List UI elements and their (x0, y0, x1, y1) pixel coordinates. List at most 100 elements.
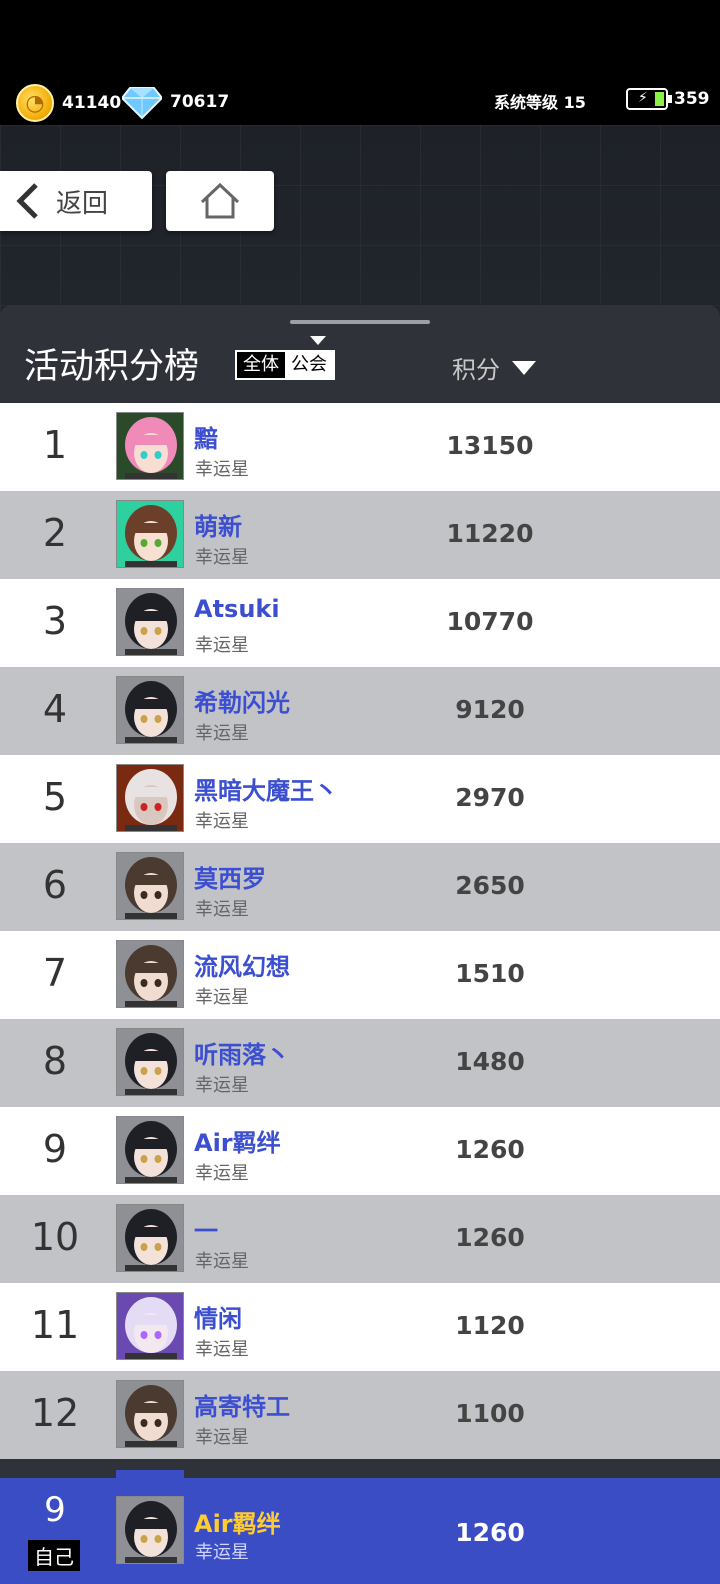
leaderboard-row[interactable]: 4 希勒闪光幸运星 9120 (0, 667, 720, 755)
collapse-arrow-icon[interactable] (310, 336, 326, 345)
rank-number: 1 (42, 423, 68, 467)
gem-counter[interactable]: 70617 (122, 84, 229, 120)
rank-number: 8 (42, 1039, 68, 1083)
rank-number: 4 (42, 687, 68, 731)
player-score: 11220 (446, 519, 534, 548)
player-name: Atsuki (194, 595, 280, 623)
leaderboard-title: 活动积分榜 (24, 347, 200, 387)
player-name: 莫西罗 (194, 865, 266, 893)
player-title: 幸运星 (195, 987, 249, 1008)
leaderboard-list[interactable]: 1 黯幸运星 13150 2 萌新 幸运星 11220 3 Atsuki 幸运星 10770 4 希勒闪… (0, 403, 720, 1478)
energy-counter[interactable]: ⚡ 359 (626, 88, 710, 110)
leaderboard-row[interactable]: 5 黑暗大魔王丶幸运星 2970 (0, 755, 720, 843)
player-title: 幸运星 (195, 811, 249, 832)
scope-toggle[interactable]: 全体 公会 (235, 350, 335, 380)
avatar[interactable] (116, 940, 184, 1008)
leaderboard-row[interactable]: 11 情闲幸运星 1120 (0, 1283, 720, 1371)
rank-number: 5 (42, 775, 68, 819)
avatar[interactable] (116, 1116, 184, 1184)
player-title: 幸运星 (195, 723, 249, 744)
leaderboard-row[interactable]: 9 Air羁绊 幸运星 1260 (0, 1107, 720, 1195)
player-title: 幸运星 (195, 899, 249, 920)
avatar[interactable] (116, 764, 184, 832)
player-score: 1260 (455, 1223, 525, 1252)
back-button[interactable]: 返回 (0, 171, 152, 231)
player-title: 幸运星 (195, 1251, 249, 1272)
home-button[interactable] (166, 171, 274, 231)
player-name: Air羁绊 (194, 1510, 281, 1538)
avatar[interactable] (116, 412, 184, 480)
player-title: 幸运星 (195, 1542, 249, 1563)
leaderboard-row[interactable]: 2 萌新 幸运星 11220 (0, 491, 720, 579)
avatar[interactable] (116, 1028, 184, 1096)
energy-amount: 359 (674, 89, 710, 109)
avatar[interactable] (116, 852, 184, 920)
coin-counter[interactable]: ◔ 41140 (16, 84, 121, 122)
chevron-left-icon (16, 183, 38, 219)
battery-icon: ⚡ (626, 88, 672, 110)
diamond-icon (122, 87, 162, 120)
player-title: 幸运星 (195, 459, 249, 480)
player-score: 1480 (455, 1047, 525, 1076)
coin-amount: 41140 (62, 93, 122, 113)
player-title: 幸运星 (195, 1339, 249, 1360)
score-sort-header[interactable]: 积分 (452, 350, 536, 385)
leaderboard-row[interactable]: 6 莫西罗幸运星 2650 (0, 843, 720, 931)
player-name: 流风幻想 (194, 953, 290, 981)
player-title: 幸运星 (195, 635, 249, 656)
rank-number: 11 (30, 1303, 80, 1347)
avatar[interactable] (116, 588, 184, 656)
rank-number: 12 (30, 1391, 80, 1435)
player-name: 一 (194, 1217, 218, 1245)
leaderboard-row[interactable]: 1 黯幸运星 13150 (0, 403, 720, 491)
rank-number: 10 (30, 1215, 80, 1259)
player-title: 幸运星 (195, 1075, 249, 1096)
rank-number: 7 (42, 951, 68, 995)
player-score: 2970 (455, 783, 525, 812)
player-score: 1120 (455, 1311, 525, 1340)
leaderboard-row[interactable]: 7 流风幻想幸运星 1510 (0, 931, 720, 1019)
leaderboard-row[interactable]: 3 Atsuki 幸运星 10770 (0, 579, 720, 667)
self-rank: 9 (44, 1490, 66, 1530)
player-name: Air羁绊 (194, 1129, 281, 1157)
coin-icon: ◔ (16, 84, 54, 122)
home-icon (200, 182, 240, 219)
player-name: 萌新 (194, 513, 242, 541)
scope-all-tab[interactable]: 全体 (237, 352, 285, 378)
player-score: 10770 (446, 607, 534, 636)
player-score: 1100 (455, 1399, 525, 1428)
avatar[interactable] (116, 1204, 184, 1272)
score-header-label: 积分 (452, 356, 500, 384)
panel-drag-handle[interactable] (290, 320, 430, 324)
avatar[interactable] (116, 1496, 184, 1564)
rank-number: 3 (42, 599, 68, 643)
leaderboard-row[interactable]: 10 一幸运星 1260 (0, 1195, 720, 1283)
player-name: 情闲 (194, 1305, 242, 1333)
back-label: 返回 (56, 188, 109, 219)
player-name: 听雨落丶 (194, 1041, 290, 1069)
player-name: 高寄特工 (194, 1393, 290, 1421)
self-rank-row[interactable]: 9 自己 Air羁绊 幸运星 1260 (0, 1478, 720, 1584)
player-name: 黯 (194, 425, 218, 453)
rank-number: 6 (42, 863, 68, 907)
leaderboard-row[interactable]: 12 高寄特工 幸运星 1100 (0, 1371, 720, 1459)
player-score: 2650 (455, 871, 525, 900)
list-overflow-edge (116, 1470, 184, 1478)
player-title: 幸运星 (195, 1163, 249, 1184)
avatar[interactable] (116, 1292, 184, 1360)
gem-amount: 70617 (170, 92, 230, 112)
sort-down-icon (512, 360, 536, 375)
avatar[interactable] (116, 1380, 184, 1448)
avatar[interactable] (116, 500, 184, 568)
player-name: 希勒闪光 (194, 689, 290, 717)
leaderboard-row[interactable]: 8 听雨落丶幸运星 1480 (0, 1019, 720, 1107)
avatar[interactable] (116, 676, 184, 744)
rank-number: 2 (42, 511, 68, 555)
player-score: 9120 (455, 695, 525, 724)
scope-guild-tab[interactable]: 公会 (285, 352, 333, 378)
player-name: 黑暗大魔王丶 (194, 777, 338, 805)
player-score: 1510 (455, 959, 525, 988)
resource-bar: ◔ 41140 70617 系统等级 15 ⚡ 359 (0, 0, 720, 125)
system-level: 系统等级 15 (494, 93, 586, 112)
player-score: 1260 (455, 1135, 525, 1164)
